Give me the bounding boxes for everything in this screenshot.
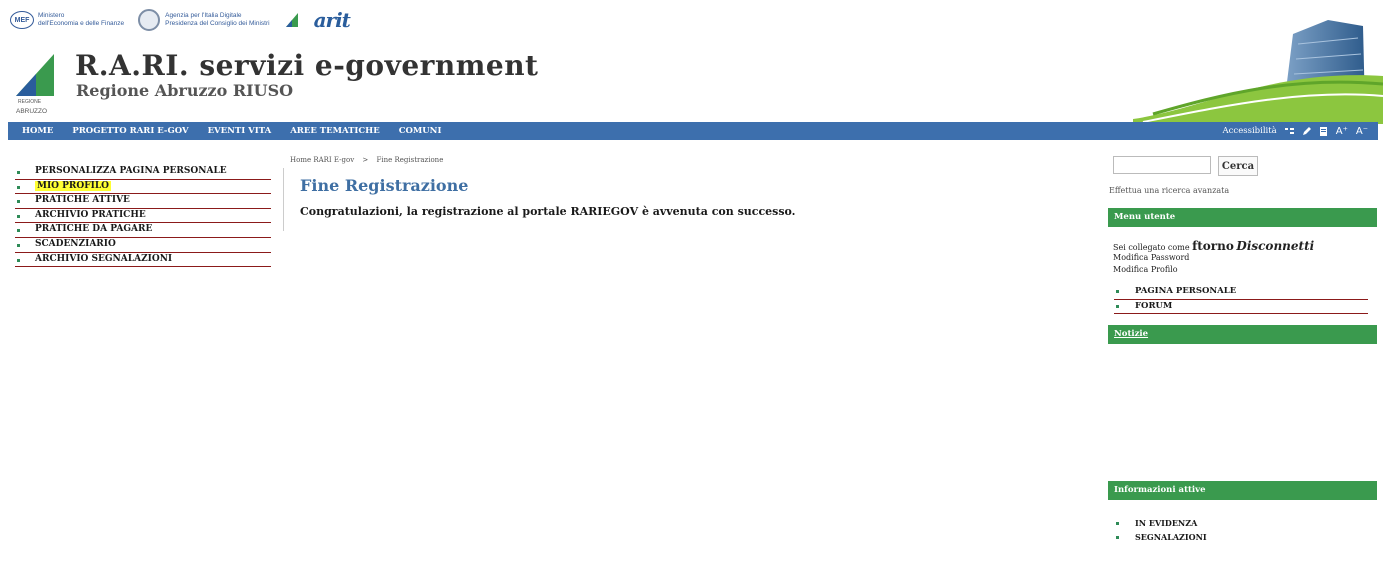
left-menu-item-archivio-pratiche[interactable]: ARCHIVIO PRATICHE	[15, 209, 271, 224]
regione-abruzzo-small-logo[interactable]	[284, 11, 300, 29]
bullet-icon	[17, 229, 20, 233]
user-links-list: PAGINA PERSONALE FORUM	[1114, 285, 1368, 314]
logo-caption-regione: REGIONE	[18, 99, 42, 105]
logged-as-label: Sei collegato come	[1113, 243, 1193, 252]
main-navbar: HOME PROGETTO RARI E-GOV EVENTI VITA ARE…	[8, 122, 1378, 140]
mef-line1: Ministero	[38, 12, 65, 19]
logo-caption-abruzzo: ABRUZZO	[16, 108, 48, 115]
page-title: Fine Registrazione	[300, 176, 469, 195]
left-menu-item-archivio-segnalazioni[interactable]: ARCHIVIO SEGNALAZIONI	[15, 253, 271, 268]
bullet-icon	[1116, 290, 1119, 293]
agid-line1: Agenzia per l'Italia Digitale	[165, 12, 242, 19]
notizie-header[interactable]: Notizie	[1108, 325, 1377, 344]
mef-line2: dell'Economia e delle Finanze	[38, 20, 125, 27]
disconnect-link[interactable]: Disconnetti	[1236, 239, 1314, 253]
content-divider	[283, 168, 284, 231]
success-message: Congratulazioni, la registrazione al por…	[300, 205, 796, 218]
left-menu-item-personalizza[interactable]: PERSONALIZZA PAGINA PERSONALE	[15, 165, 271, 180]
bullet-icon	[17, 200, 20, 204]
user-link-pagina-personale[interactable]: PAGINA PERSONALE	[1114, 285, 1368, 300]
search-input[interactable]	[1113, 156, 1211, 174]
left-menu: PERSONALIZZA PAGINA PERSONALE MIO PROFIL…	[15, 165, 271, 268]
arit-logo[interactable]: arit	[314, 8, 351, 32]
nav-home[interactable]: HOME	[22, 126, 53, 136]
font-increase-button[interactable]: A⁺	[1336, 126, 1348, 137]
agid-line2: Presidenza del Consiglio dei Ministri	[165, 20, 270, 27]
abruzzo-shape-icon	[16, 54, 54, 96]
accessibility-link[interactable]: Accessibilità	[1223, 126, 1277, 136]
agid-logo[interactable]: Agenzia per l'Italia Digitale Presidenza…	[138, 9, 270, 31]
sitemap-icon[interactable]	[1284, 127, 1294, 136]
info-link-segnalazioni[interactable]: SEGNALAZIONI	[1114, 530, 1207, 544]
left-menu-item-scadenziario[interactable]: SCADENZIARIO	[15, 238, 271, 253]
breadcrumb-separator: >	[362, 156, 369, 164]
mef-logo[interactable]: MEF Ministero dell'Economia e delle Fina…	[10, 11, 124, 29]
info-link-in-evidenza[interactable]: IN EVIDENZA	[1114, 516, 1207, 530]
username: ftorno	[1192, 239, 1234, 253]
nav-progetto-rari[interactable]: PROGETTO RARI E-GOV	[72, 126, 188, 136]
bullet-icon	[17, 243, 20, 247]
bullet-icon	[17, 185, 20, 189]
nav-comuni[interactable]: COMUNI	[399, 126, 442, 136]
breadcrumb-current: Fine Registrazione	[376, 156, 444, 164]
left-menu-item-mio-profilo[interactable]: MIO PROFILO	[15, 180, 271, 195]
bullet-icon	[1116, 522, 1119, 525]
regione-abruzzo-logo[interactable]: REGIONE ABRUZZO	[14, 50, 62, 120]
font-decrease-button[interactable]: A⁻	[1356, 126, 1368, 137]
search-button[interactable]: Cerca	[1218, 156, 1258, 176]
advanced-search-link[interactable]: Effettua una ricerca avanzata	[1109, 186, 1229, 195]
bullet-icon	[17, 171, 20, 174]
site-subtitle: Regione Abruzzo RIUSO	[76, 81, 294, 100]
logged-user-line: Sei collegato come ftorno Disconnetti	[1113, 239, 1314, 253]
informazioni-attive-header: Informazioni attive	[1108, 481, 1377, 500]
menu-utente-header: Menu utente	[1108, 208, 1377, 227]
edit-profile-link[interactable]: Modifica Profilo	[1113, 265, 1178, 274]
edit-icon[interactable]	[1302, 126, 1311, 136]
nav-eventi-vita[interactable]: EVENTI VITA	[208, 126, 272, 136]
bullet-icon	[1116, 304, 1119, 308]
left-menu-item-pratiche-attive[interactable]: PRATICHE ATTIVE	[15, 194, 271, 209]
header-building-art	[1133, 20, 1383, 124]
bullet-icon	[17, 258, 20, 262]
site-title: R.A.RI. servizi e-government	[75, 49, 539, 82]
mef-badge: MEF	[10, 11, 34, 29]
nav-aree-tematiche[interactable]: AREE TEMATICHE	[290, 126, 380, 136]
user-link-forum[interactable]: FORUM	[1114, 300, 1368, 314]
nav-tools: Accessibilità A⁺ A⁻	[1223, 126, 1378, 137]
bullet-icon	[17, 214, 20, 218]
left-menu-item-pratiche-da-pagare[interactable]: PRATICHE DA PAGARE	[15, 223, 271, 238]
bullet-icon	[1116, 536, 1119, 539]
breadcrumb-home[interactable]: Home RARI E-gov	[290, 156, 354, 164]
partner-logos: MEF Ministero dell'Economia e delle Fina…	[10, 6, 351, 34]
breadcrumb: Home RARI E-gov > Fine Registrazione	[290, 156, 443, 164]
italy-seal-icon	[138, 9, 161, 31]
document-icon[interactable]	[1319, 126, 1328, 136]
change-password-link[interactable]: Modifica Password	[1113, 253, 1189, 262]
info-links-list: IN EVIDENZA SEGNALAZIONI	[1114, 516, 1207, 544]
